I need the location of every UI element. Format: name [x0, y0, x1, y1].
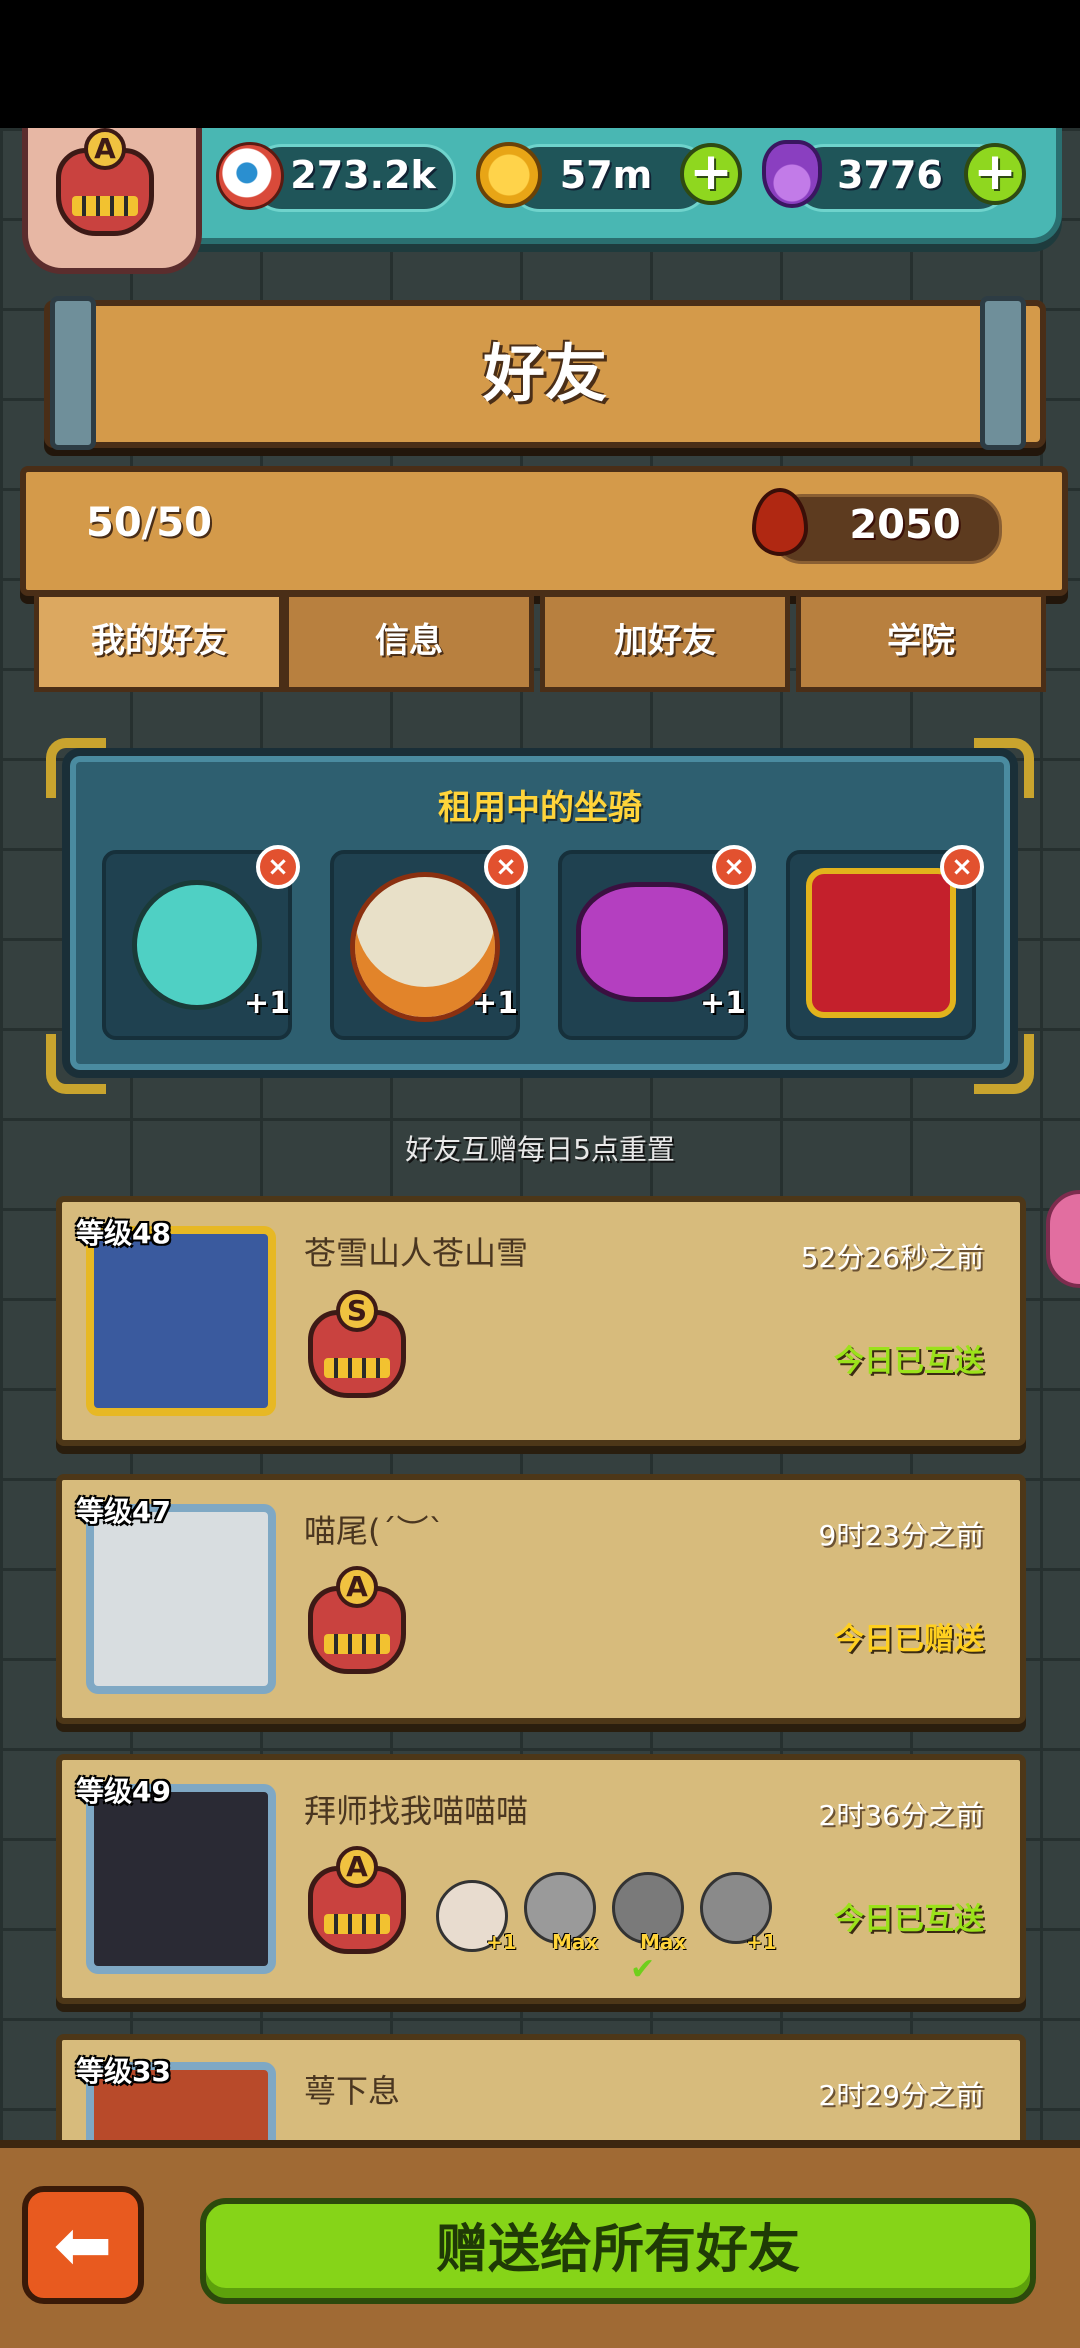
side-bubble-button[interactable]: [1046, 1190, 1080, 1288]
friend-mount-tag: Max: [640, 1930, 687, 1954]
add-coins-button[interactable]: +: [680, 143, 742, 205]
friend-level: 等级49: [76, 1775, 171, 1808]
purple-horned-mount-icon: [576, 882, 728, 1002]
friend-avatar[interactable]: [86, 1226, 276, 1416]
rented-mounts-title: 租用中的坐骑: [438, 788, 642, 828]
friend-name: 拜师找我喵喵喵: [304, 1792, 529, 1830]
friend-level: 等级33: [76, 2055, 171, 2088]
rank-letter: A: [84, 128, 126, 170]
tab-my-friends[interactable]: 我的好友: [34, 592, 284, 692]
tab-messages[interactable]: 信息: [284, 592, 534, 692]
friend-mount-tag: +1: [746, 1930, 777, 1954]
friend-name: 萼下息: [304, 2072, 401, 2110]
rank-slots: [72, 196, 138, 216]
player-rank-badge: A: [56, 128, 154, 238]
coin-icon: [476, 142, 542, 208]
remove-mount-button[interactable]: ×: [940, 845, 984, 889]
rank-slots: [324, 1358, 390, 1378]
blood-value: 2050: [849, 502, 961, 548]
mount-tag: +1: [700, 986, 747, 1021]
friend-name: 苍雪山人苍山雪: [304, 1234, 529, 1272]
friend-level: 等级47: [76, 1495, 171, 1528]
mount-tag: +1: [244, 986, 291, 1021]
rank-slots: [324, 1634, 390, 1654]
friend-mount-tag: Max: [552, 1930, 599, 1954]
eyeball-icon: [216, 142, 284, 210]
friend-rank-badge: A: [308, 1566, 406, 1676]
friend-last-seen: 52分26秒之前: [800, 1241, 984, 1274]
tab-add-friend[interactable]: 加好友: [540, 592, 790, 692]
mount-tag: +1: [472, 986, 519, 1021]
friend-avatar[interactable]: [86, 1784, 276, 1974]
coin-value: 57m: [559, 153, 653, 197]
potion-value: 3776: [837, 153, 943, 197]
rank-letter: S: [336, 1290, 378, 1332]
friend-count: 50/50: [86, 500, 212, 546]
friend-level: 等级48: [76, 1217, 171, 1250]
teal-blob-mount-icon: [132, 880, 262, 1010]
rank-letter: A: [336, 1566, 378, 1608]
panel-corner: [974, 1034, 1034, 1094]
back-arrow-icon: ⬅: [53, 2204, 113, 2286]
send-to-all-friends-button[interactable]: 赠送给所有好友: [200, 2198, 1036, 2304]
remove-mount-button[interactable]: ×: [712, 845, 756, 889]
gift-status: 今日已互送: [834, 1902, 984, 1937]
potion-icon: [762, 140, 822, 208]
friend-avatar[interactable]: [86, 1504, 276, 1694]
friend-last-seen: 9时23分之前: [818, 1519, 984, 1552]
rank-letter: A: [336, 1846, 378, 1888]
selected-check-icon: ✔: [630, 1952, 656, 1987]
status-bar: [0, 0, 1080, 128]
page-title: 好友: [482, 337, 607, 410]
friend-last-seen: 2时36分之前: [818, 1799, 984, 1832]
friend-rank-badge: S: [308, 1290, 406, 1400]
back-button[interactable]: ⬅: [22, 2186, 144, 2304]
tab-academy[interactable]: 学院: [796, 592, 1046, 692]
rank-slots: [324, 1914, 390, 1934]
friend-mount-tag: +1: [486, 1930, 517, 1954]
friend-last-seen: 2时29分之前: [818, 2079, 984, 2112]
eye-value: 273.2k: [290, 153, 436, 197]
friend-name: 喵尾(´︶`: [304, 1512, 445, 1550]
add-potions-button[interactable]: +: [964, 143, 1026, 205]
remove-mount-button[interactable]: ×: [484, 845, 528, 889]
remove-mount-button[interactable]: ×: [256, 845, 300, 889]
reset-note: 好友互赠每日5点重置: [405, 1133, 675, 1166]
gift-status: 今日已互送: [834, 1344, 984, 1379]
friend-rank-badge: A: [308, 1846, 406, 1956]
panel-corner: [46, 1034, 106, 1094]
red-throne-mount-icon: [806, 868, 956, 1018]
gift-status: 今日已赠送: [834, 1622, 984, 1657]
